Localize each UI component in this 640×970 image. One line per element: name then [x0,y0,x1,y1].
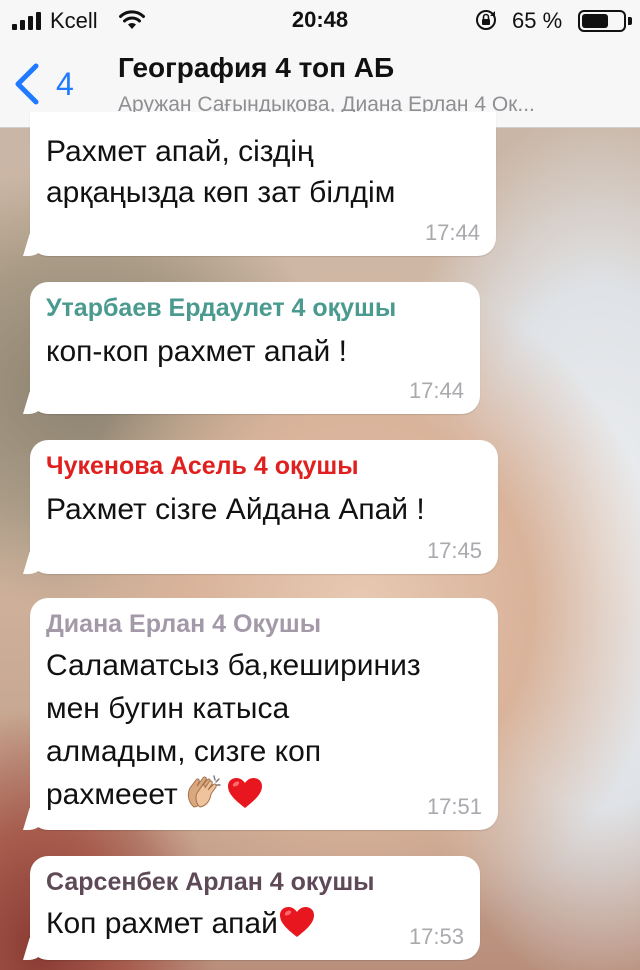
message-text-last-line: рахмееет [46,773,264,817]
battery-fill [582,14,608,28]
message-time: 17:51 [426,794,482,819]
red-heart-icon [227,778,262,808]
message-text: Коп рахмет апай [46,907,278,940]
message-time: 17:44 [408,378,464,403]
message-text: мен бугин катыса [46,692,290,725]
back-button[interactable]: 4 [10,56,74,112]
message-text: арқаңызда көп зат білдім [46,176,396,209]
red-heart-icon [279,907,314,937]
battery-icon [578,10,626,32]
message-text-line: Коп рахмет апай [46,902,316,946]
message-bubble[interactable]: Диана Ерлан 4 Окушы Саламатсыз ба,кешири… [30,598,498,830]
message-text: Рахмет апай, сіздің [46,135,314,168]
chevron-left-icon [15,63,39,105]
status-bar: Kcell 20:48 65 % [0,0,640,40]
message-text: Саламатсыз ба,кешириниз [46,649,421,682]
message-bubble[interactable]: Рахмет апай, сіздің арқаңызда көп зат бі… [30,112,496,256]
sender-name[interactable]: Диана Ерлан 4 Окушы [46,610,321,639]
message-time: 17:45 [426,538,482,563]
unread-count: 4 [56,65,74,102]
message-text: алмадым, сизге коп [46,735,322,768]
sender-name[interactable]: Сарсенбек Арлан 4 окушы [46,868,375,897]
chat-title[interactable]: География 4 топ АБ [118,52,394,84]
message-time: 17:53 [408,924,464,949]
message-text: коп-коп рахмет апай ! [46,335,347,368]
message-bubble[interactable]: Утарбаев Ердаулет 4 оқушы коп-коп рахмет… [30,282,480,414]
message-bubble[interactable]: Сарсенбек Арлан 4 окушы Коп рахмет апай … [30,856,480,960]
battery-tip [628,17,632,25]
sender-name[interactable]: Чукенова Асель 4 оқушы [46,452,359,481]
message-bubble[interactable]: Чукенова Асель 4 оқушы Рахмет сізге Айда… [30,440,498,574]
message-time: 17:44 [424,220,480,245]
sender-name[interactable]: Утарбаев Ердаулет 4 оқушы [46,294,396,323]
battery-percentage: 65 % [512,8,563,33]
clapping-hands-icon [187,775,221,808]
rotation-lock-icon [476,10,496,30]
message-text: рахмееет [46,778,178,811]
message-text: Рахмет сізге Айдана Апай ! [46,493,425,526]
